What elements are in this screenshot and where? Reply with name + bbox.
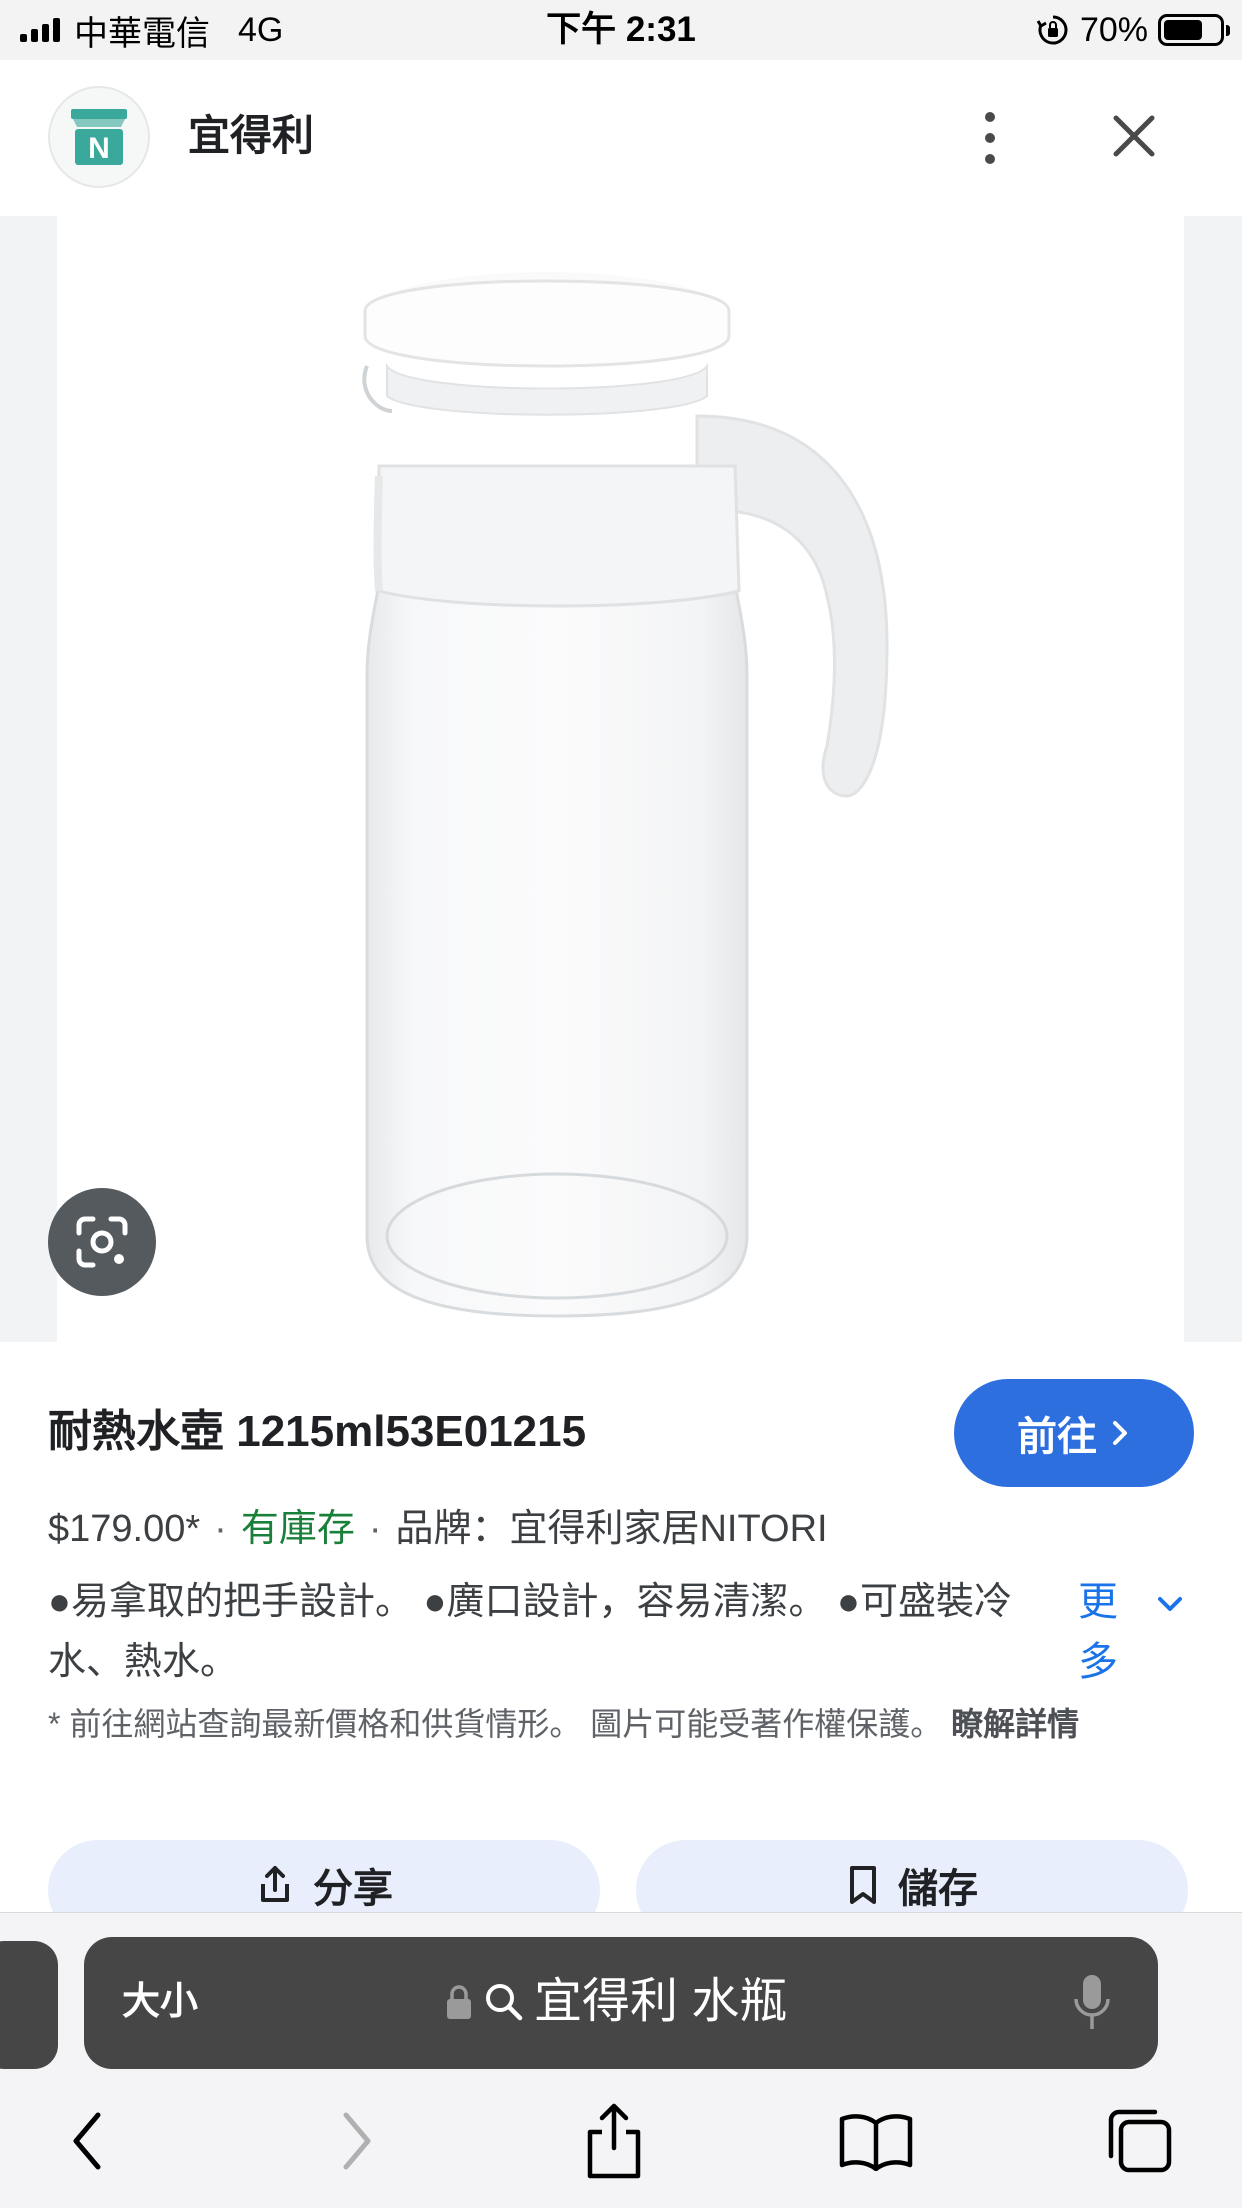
more-button[interactable]: 更多 <box>1078 1572 1122 1692</box>
browser-bottom-bar: 大小 宜得利 水瓶 <box>0 1912 1242 2208</box>
forward-button[interactable] <box>316 2101 396 2181</box>
back-arrow-icon <box>73 2112 101 2170</box>
logo-letter: N <box>88 132 110 165</box>
rotation-lock-icon <box>1036 15 1068 45</box>
price: $179.00* <box>48 1508 201 1550</box>
address-text: 宜得利 水瓶 <box>534 1975 788 2028</box>
battery-percent: 70% <box>1079 10 1148 49</box>
learn-more-link[interactable]: 瞭解詳情 <box>951 1706 1079 1742</box>
more-options-icon[interactable] <box>972 106 1008 170</box>
share-label: 分享 <box>313 1867 393 1911</box>
google-lens-button[interactable] <box>48 1188 156 1296</box>
product-image-area <box>0 216 1242 1342</box>
site-header: N 宜得利 <box>0 60 1242 216</box>
status-right: 70% <box>1036 8 1230 52</box>
site-name: 宜得利 <box>188 112 315 159</box>
visit-label: 前往 <box>1017 1415 1097 1459</box>
lock-icon <box>447 1985 471 2019</box>
bookmark-icon <box>850 1866 876 1904</box>
battery-icon <box>1158 14 1230 46</box>
brand: 品牌：宜得利家居NITORI <box>395 1508 828 1550</box>
microphone-icon[interactable] <box>1070 1971 1114 2035</box>
note-text: * 前往網站查詢最新價格和供貨情形。 圖片可能受著作權保護。 <box>48 1706 943 1742</box>
text-size-button[interactable]: 大小 <box>122 1977 198 2027</box>
site-logo[interactable]: N <box>48 86 150 188</box>
product-image[interactable] <box>57 216 1184 1342</box>
share-sheet-icon <box>587 2103 641 2179</box>
glass-pitcher-image <box>362 272 889 1318</box>
visit-button[interactable]: 前往 <box>954 1379 1194 1487</box>
chevron-right-icon <box>1113 1421 1127 1445</box>
stock-status: 有庫存 <box>240 1508 355 1550</box>
tabs-icon <box>1108 2109 1172 2173</box>
product-title: 耐熱水壺 1215ml53E01215 <box>48 1407 587 1456</box>
nitori-logo-icon: N <box>71 109 127 165</box>
status-bar: 中華電信 4G 下午 2:31 70% <box>0 0 1242 60</box>
chevron-down-icon[interactable] <box>1150 1584 1190 1624</box>
search-icon <box>486 1984 523 2021</box>
book-icon <box>839 2114 913 2171</box>
address-center: 宜得利 水瓶 <box>444 1969 787 2035</box>
price-line: $179.00* · 有庫存 · 品牌：宜得利家居NITORI <box>48 1508 828 1550</box>
close-icon[interactable] <box>1106 108 1162 164</box>
previous-tab-peek[interactable] <box>0 1941 58 2069</box>
product-description: ●易拿取的把手設計。 ●廣口設計，容易清潔。 ●可盛裝冷水、熱水。 <box>48 1581 1012 1683</box>
share-icon <box>261 1866 289 1902</box>
bookmarks-button[interactable] <box>836 2101 916 2181</box>
address-bar[interactable]: 大小 宜得利 水瓶 <box>84 1937 1158 2069</box>
forward-arrow-icon <box>343 2112 371 2170</box>
disclaimer-note: * 前往網站查詢最新價格和供貨情形。 圖片可能受著作權保護。 瞭解詳情 <box>48 1700 1198 1748</box>
save-label: 儲存 <box>898 1867 978 1911</box>
browser-toolbar <box>0 2083 1242 2203</box>
tabs-button[interactable] <box>1100 2101 1180 2181</box>
lens-icon <box>76 1216 128 1268</box>
back-button[interactable] <box>48 2101 128 2181</box>
share-sheet-button[interactable] <box>574 2101 654 2181</box>
